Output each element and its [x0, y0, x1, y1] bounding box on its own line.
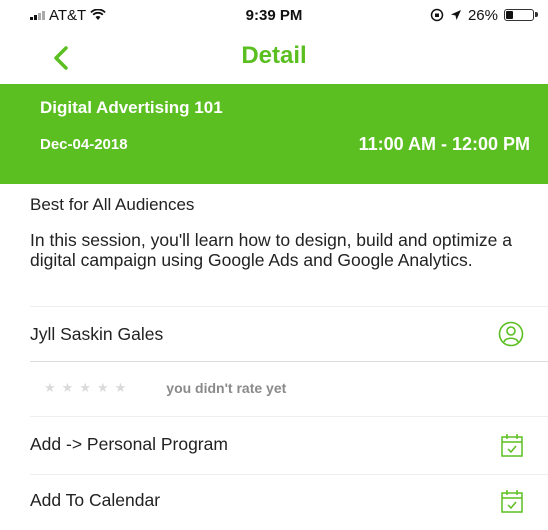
- carrier-label: AT&T: [49, 6, 87, 24]
- add-to-calendar-row[interactable]: Add To Calendar: [30, 474, 548, 526]
- star-icon[interactable]: ★: [97, 380, 109, 396]
- add-personal-program-row[interactable]: Add -> Personal Program: [30, 416, 548, 472]
- calendar-check-icon[interactable]: [500, 488, 524, 514]
- rating-status: you didn't rate yet: [166, 380, 287, 396]
- star-icon[interactable]: ★: [115, 380, 127, 396]
- status-left: AT&T: [30, 7, 106, 24]
- event-header: Digital Advertising 101 Dec-04-2018 11:0…: [0, 84, 548, 184]
- clock: 9:39 PM: [245, 6, 303, 24]
- event-title: Digital Advertising 101: [40, 98, 223, 117]
- calendar-check-icon[interactable]: [500, 432, 524, 458]
- wifi-icon: [90, 9, 106, 20]
- status-bar: AT&T 9:39 PM 26%: [0, 0, 548, 30]
- star-icon[interactable]: ★: [44, 380, 56, 396]
- add-to-calendar-label: Add To Calendar: [30, 490, 161, 510]
- audience-label: Best for All Audiences: [30, 195, 195, 214]
- event-time: 11:00 AM - 12:00 PM: [358, 134, 530, 154]
- add-personal-program-label: Add -> Personal Program: [30, 434, 228, 454]
- rating-row: ★ ★ ★ ★ ★ you didn't rate yet: [30, 365, 548, 411]
- status-right: 26%: [430, 6, 538, 24]
- speaker-row[interactable]: Jyll Saskin Gales: [30, 306, 548, 362]
- signal-icon: [30, 10, 45, 20]
- battery-percent: 26%: [467, 6, 498, 24]
- star-icon[interactable]: ★: [62, 380, 74, 396]
- event-date: Dec-04-2018: [40, 136, 128, 153]
- battery-icon: [504, 9, 538, 21]
- user-icon[interactable]: [498, 321, 524, 347]
- battery-fill: [506, 11, 514, 19]
- session-description: In this session, you'll learn how to des…: [30, 230, 512, 270]
- star-rating[interactable]: ★ ★ ★ ★ ★: [44, 380, 126, 396]
- page-title: Detail: [241, 42, 307, 69]
- location-icon: [450, 10, 461, 20]
- star-icon[interactable]: ★: [79, 380, 91, 396]
- speaker-name: Jyll Saskin Gales: [30, 323, 164, 344]
- rotation-lock-icon: [430, 8, 444, 22]
- nav-bar: Detail: [0, 32, 548, 82]
